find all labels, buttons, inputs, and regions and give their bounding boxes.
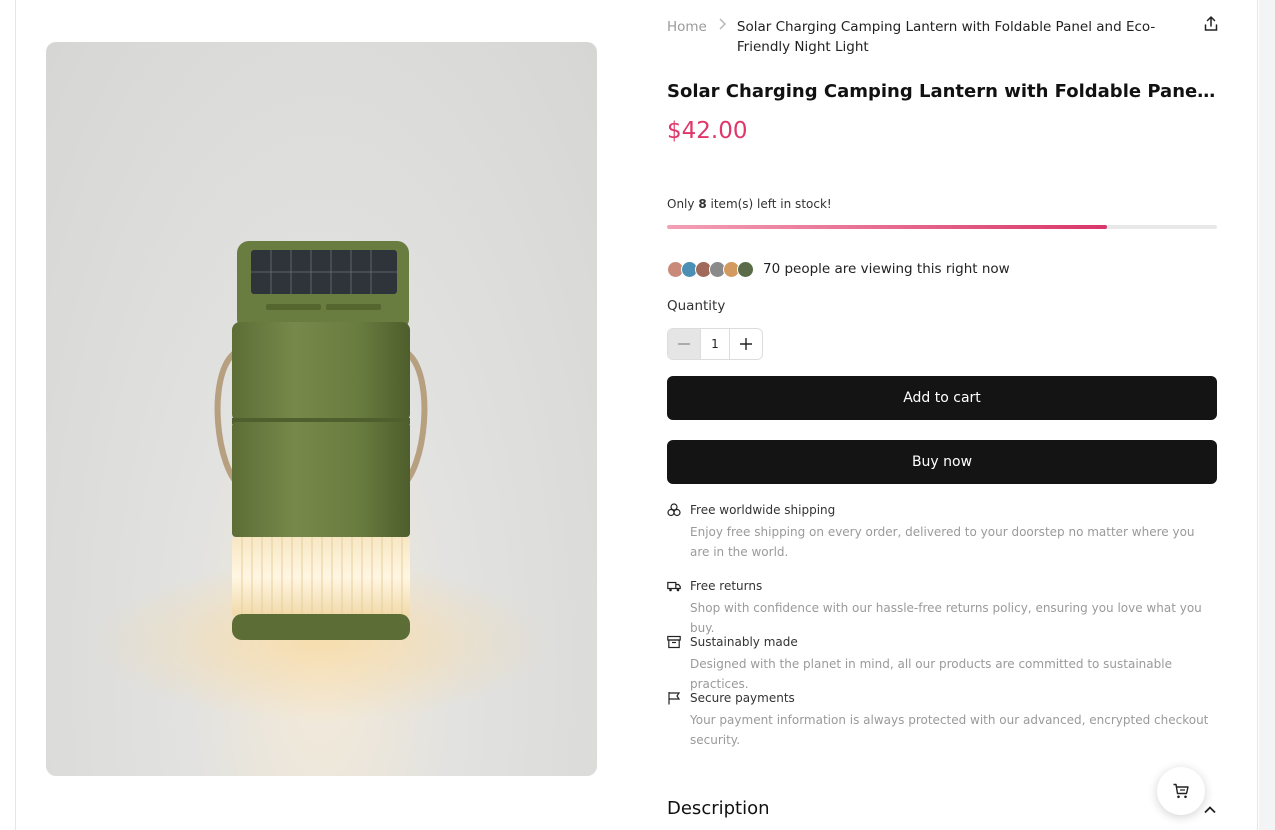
product-title: Solar Charging Camping Lantern with Fold… (667, 81, 1217, 102)
truck-icon (667, 578, 681, 592)
chevron-up-icon[interactable] (1202, 802, 1218, 818)
feature-description: Designed with the planet in mind, all ou… (690, 657, 1172, 691)
stock-count: 8 (698, 197, 707, 211)
stock-notice: Only 8 item(s) left in stock! (667, 197, 832, 211)
quantity-label: Quantity (667, 298, 726, 314)
quantity-stepper (667, 328, 763, 360)
flag-icon (667, 690, 681, 705)
share-icon[interactable] (1202, 15, 1220, 33)
buy-now-button[interactable]: Buy now (667, 440, 1217, 484)
viewer-avatars (667, 260, 754, 278)
description-heading[interactable]: Description (667, 798, 770, 819)
feature-title: Free worldwide shipping (690, 503, 836, 517)
stock-progress-bar (667, 225, 1217, 229)
cart-icon (1173, 783, 1189, 799)
viewers-text: 70 people are viewing this right now (763, 261, 1010, 277)
archive-box-icon (667, 634, 681, 649)
feature-description: Enjoy free shipping on every order, deli… (690, 525, 1195, 559)
quantity-decrease-button[interactable] (668, 329, 700, 359)
stock-progress-fill (667, 225, 1107, 229)
quantity-increase-button[interactable] (730, 329, 762, 359)
floating-cart-button[interactable] (1157, 767, 1205, 815)
product-price: $42.00 (667, 118, 748, 144)
shapes-icon (667, 502, 681, 517)
viewer-avatar (737, 260, 754, 278)
add-to-cart-button[interactable]: Add to cart (667, 376, 1217, 420)
breadcrumb-home-link[interactable]: Home (667, 17, 707, 37)
product-image[interactable] (46, 42, 597, 776)
breadcrumb-current: Solar Charging Camping Lantern with Fold… (736, 19, 1156, 55)
lantern-illustration (91, 241, 551, 722)
scrollbar-track[interactable] (1259, 0, 1275, 830)
stock-suffix: item(s) left in stock! (710, 197, 832, 211)
feature-description: Your payment information is always prote… (690, 713, 1209, 747)
feature-title: Free returns (690, 579, 763, 593)
live-viewers: 70 people are viewing this right now (667, 259, 1010, 279)
chevron-right-icon (707, 17, 737, 37)
breadcrumb: Home Solar Charging Camping Lantern with… (667, 17, 1187, 57)
quantity-input[interactable] (700, 329, 730, 359)
feature-title: Secure payments (690, 691, 795, 705)
stock-prefix: Only (667, 197, 695, 211)
feature-description: Shop with confidence with our hassle-fre… (690, 601, 1202, 635)
feature-title: Sustainably made (690, 635, 798, 649)
minus-icon (678, 343, 690, 345)
plus-icon (740, 338, 752, 350)
